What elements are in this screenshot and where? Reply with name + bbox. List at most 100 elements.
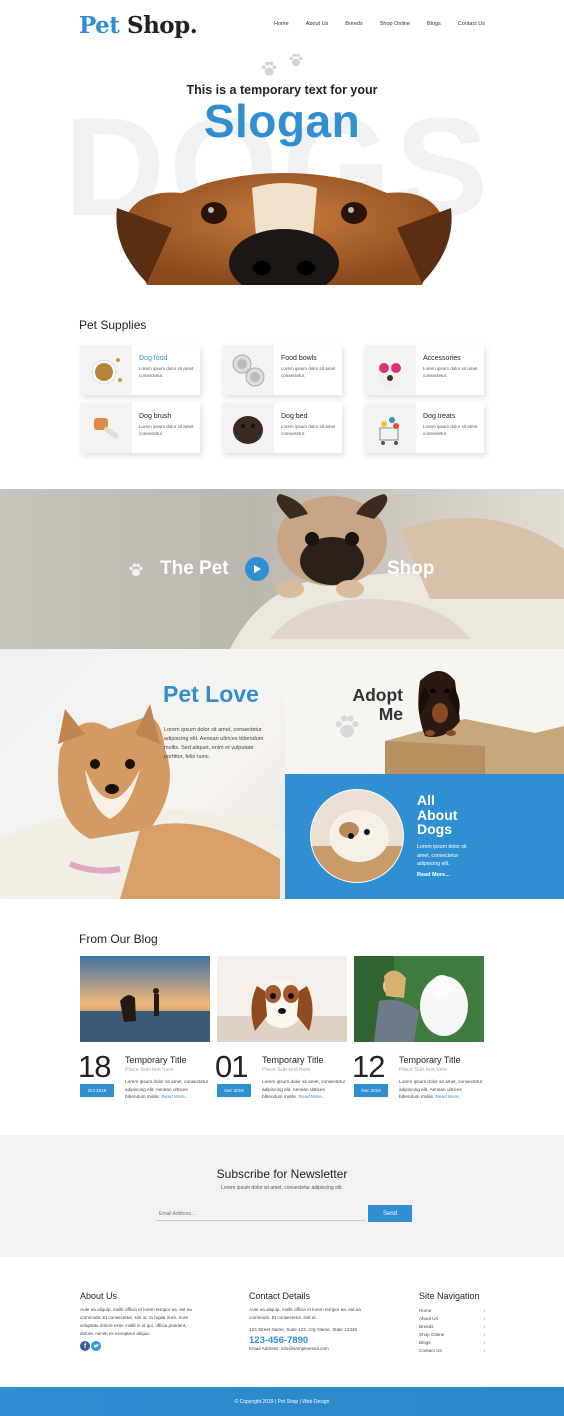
chevron-right-icon: ›	[483, 1308, 485, 1313]
paw-icon	[129, 563, 143, 576]
blog-image-spaniel[interactable]	[217, 956, 347, 1042]
hero-dog-image	[116, 173, 452, 285]
blog-post-subtitle: Place Sub-text here	[399, 1067, 448, 1073]
blog-date-badge: Dec 2019	[217, 1084, 251, 1097]
nav-shop-online[interactable]: Shop Online	[380, 21, 410, 27]
footer-nav-item[interactable]: Contact Us ›	[419, 1347, 485, 1355]
supply-desc: Lorem ipsum dolor sit amet consectetur.	[423, 424, 478, 436]
chevron-right-icon: ›	[483, 1324, 485, 1330]
dog-portrait-circle	[310, 789, 404, 883]
play-icon	[254, 565, 261, 573]
blog-day: 01	[215, 1049, 248, 1084]
chevron-right-icon: ›	[483, 1332, 485, 1338]
logo-pet: Pet	[79, 12, 120, 39]
chevron-right-icon: ›	[483, 1340, 485, 1346]
pet-love-title: Pet Love	[163, 681, 259, 707]
shiba-puppy-image	[0, 704, 285, 899]
nav-breeds[interactable]: Breeds	[345, 21, 362, 27]
banner-text-right: Shop	[387, 558, 435, 579]
social-links: f	[80, 1341, 101, 1351]
blog-post-title[interactable]: Temporary Title	[399, 1055, 461, 1065]
adopt-me-block: Adopt Me	[285, 649, 564, 774]
dog-bed-image	[222, 403, 274, 453]
blog-post-subtitle: Place Sub-text here	[125, 1067, 174, 1073]
blog-image-beach[interactable]	[80, 956, 210, 1042]
newsletter-section: Subscribe for Newsletter Lorem ipsum dol…	[0, 1135, 564, 1257]
about-dogs-line1: All	[417, 792, 435, 808]
blog-post-subtitle: Place Sub-text here	[262, 1067, 311, 1073]
pet-love-text: Lorem ipsum dolor sit amet, consectetur …	[164, 727, 264, 761]
supply-title: Dog bed	[281, 413, 308, 420]
twitter-icon[interactable]	[91, 1341, 101, 1351]
newsletter-email-input[interactable]	[156, 1207, 366, 1221]
newsletter-send-button[interactable]: Send	[368, 1205, 412, 1222]
pet-shop-banner: The Pet Shop	[0, 489, 564, 649]
food-bowls-image	[222, 345, 274, 395]
supply-card[interactable]: Food bowls Lorem ipsum dolor sit amet con…	[222, 345, 342, 395]
footer-contact-text: Aute ea aliquip, mollit officia et lorem…	[249, 1307, 361, 1321]
dog-food-image	[80, 345, 132, 395]
supply-title: Food bowls	[281, 355, 317, 362]
supply-title: Dog treats	[423, 413, 456, 420]
supply-desc: Lorem ipsum dolor sit amet consectetur.	[139, 424, 194, 436]
supply-card[interactable]: Dog bed Lorem ipsum dolor sit amet consec…	[222, 403, 342, 453]
logo[interactable]: Pet Shop.	[79, 12, 198, 39]
about-dogs-text: Lorem ipsum dolor sit amet, consectetur …	[417, 844, 467, 868]
footer-nav: Home › About Us › Breeds › Shop Online › Blo…	[419, 1307, 485, 1355]
footer-nav-title: Site Navigation	[419, 1291, 480, 1301]
read-more-link[interactable]: Read More...	[299, 1094, 326, 1099]
banner-text-left: The Pet	[160, 558, 229, 579]
supply-desc: Lorem ipsum dolor sit amet consectetur.	[139, 366, 194, 378]
blog-day: 18	[78, 1049, 111, 1084]
about-dogs-read-more[interactable]: Read More...	[417, 872, 450, 878]
footer-nav-item[interactable]: Shop Online ›	[419, 1331, 485, 1339]
newsletter-title: Subscribe for Newsletter	[216, 1167, 348, 1181]
supply-desc: Lorem ipsum dolor sit amet consectetur.	[281, 366, 336, 378]
footer-address: 123 Street Name, Suite 123, City Name, S…	[249, 1327, 358, 1332]
nav-blogs[interactable]: Blogs	[427, 21, 441, 27]
supply-desc: Lorem ipsum dolor sit amet consectetur.	[281, 424, 336, 436]
blog-post-title[interactable]: Temporary Title	[262, 1055, 324, 1065]
about-dogs-line2: About	[417, 806, 458, 823]
chevron-right-icon: ›	[483, 1348, 485, 1354]
play-button[interactable]	[245, 557, 269, 581]
read-more-link[interactable]: Read More...	[162, 1094, 189, 1099]
logo-shop: Shop.	[126, 12, 198, 39]
facebook-icon[interactable]: f	[80, 1341, 90, 1351]
supply-title: Dog brush	[139, 413, 172, 420]
blog-post-desc: Lorem ipsum dolor sit amet, consectetur …	[399, 1079, 483, 1100]
supply-card[interactable]: Accessories Lorem ipsum dolor sit amet co…	[364, 345, 484, 395]
paw-icon	[289, 53, 303, 66]
copyright-bar: © Copyright 2019 | Pet Shop | Web Design	[0, 1387, 564, 1416]
dog-treats-image	[364, 403, 416, 453]
pet-love-block: Pet Love Lorem ipsum dolor sit amet, con…	[0, 649, 285, 899]
main-nav: Home About Us Breeds Shop Online Blogs C…	[274, 21, 485, 27]
supply-desc: Lorem ipsum dolor sit amet consectetur.	[423, 366, 478, 378]
paw-icon	[335, 715, 359, 738]
blog-image-woman-dog[interactable]	[354, 956, 484, 1042]
footer-nav-item[interactable]: Breeds ›	[419, 1323, 485, 1331]
nav-about-us[interactable]: About Us	[306, 21, 329, 27]
supply-card[interactable]: Dog food Lorem ipsum dolor sit amet conse…	[80, 345, 200, 395]
supply-card[interactable]: Dog brush Lorem ipsum dolor sit amet cons…	[80, 403, 200, 453]
footer-nav-item[interactable]: Blogs ›	[419, 1339, 485, 1347]
paw-icon	[261, 61, 277, 76]
footer-nav-item[interactable]: Home ›	[419, 1307, 485, 1315]
supply-card[interactable]: Dog treats Lorem ipsum dolor sit amet con…	[364, 403, 484, 453]
footer-email[interactable]: Email Address: info@sampleemail.com	[249, 1345, 329, 1353]
dog-brush-image	[80, 403, 132, 453]
blog-date-badge: Dec 2019	[354, 1084, 388, 1097]
blog-post-desc: Lorem ipsum dolor sit amet, consectetur …	[125, 1079, 209, 1100]
blog-post-title[interactable]: Temporary Title	[125, 1055, 187, 1065]
accessories-image	[364, 345, 416, 395]
nav-contact-us[interactable]: Contact Us	[458, 21, 485, 27]
footer-about-text: Aute ea aliquip, mollit officia et lorem…	[80, 1307, 192, 1337]
dachshund-in-box-image	[385, 671, 564, 774]
hero-title: Slogan	[203, 95, 361, 147]
supply-title: Accessories	[423, 355, 461, 362]
read-more-link[interactable]: Read More...	[436, 1094, 463, 1099]
footer-nav-item[interactable]: About Us ›	[419, 1315, 485, 1323]
blog-title: From Our Blog	[79, 932, 158, 946]
nav-home[interactable]: Home	[274, 21, 289, 27]
blog-date-badge: Oct 2019	[80, 1084, 114, 1097]
